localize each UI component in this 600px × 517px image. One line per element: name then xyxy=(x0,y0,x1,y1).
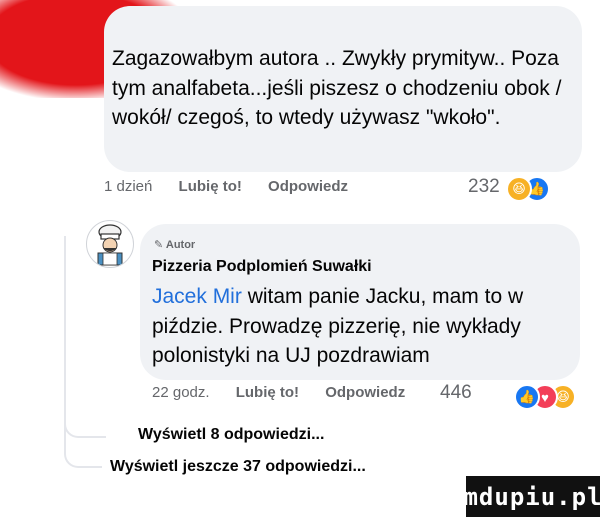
author-name[interactable]: Pizzeria Podplomień Suwałki xyxy=(152,258,372,276)
like-button[interactable]: Lubię to! xyxy=(236,384,299,401)
thread-connector xyxy=(64,410,106,438)
view-replies-link[interactable]: Wyświetl 8 odpowiedzi... xyxy=(138,426,324,444)
reply-button[interactable]: Odpowiedz xyxy=(325,384,405,401)
haha-reaction-icon[interactable]: 😆 xyxy=(506,176,532,202)
author-badge: ✎ Autor xyxy=(154,239,196,251)
avatar[interactable] xyxy=(86,220,134,268)
like-reaction-icon[interactable]: 👍 xyxy=(514,384,540,410)
comment-meta: 1 dzień Lubię to! Odpowiedz xyxy=(104,178,370,195)
view-more-replies-link[interactable]: Wyświetl jeszcze 37 odpowiedzi... xyxy=(110,458,366,476)
comment-text: Zagazowałbym autora .. Zwykły prymityw..… xyxy=(112,47,562,129)
watermark-logo: mdupiu.pl xyxy=(463,476,600,517)
thread-connector xyxy=(64,440,102,468)
reaction-count[interactable]: 446 xyxy=(440,382,472,404)
like-button[interactable]: Lubię to! xyxy=(179,178,242,195)
reply-button[interactable]: Odpowiedz xyxy=(268,178,348,195)
comment-meta: 22 godz. Lubię to! Odpowiedz xyxy=(152,384,405,401)
comment-time[interactable]: 1 dzień xyxy=(104,178,152,195)
comment-time[interactable]: 22 godz. xyxy=(152,384,210,401)
reaction-count[interactable]: 232 xyxy=(468,176,500,198)
mention-link[interactable]: Jacek Mir xyxy=(152,285,242,308)
comment-text: Jacek Mir witam panie Jacku, mam to w pi… xyxy=(152,285,524,367)
chef-avatar-icon xyxy=(88,222,132,266)
pen-icon: ✎ xyxy=(154,239,164,251)
